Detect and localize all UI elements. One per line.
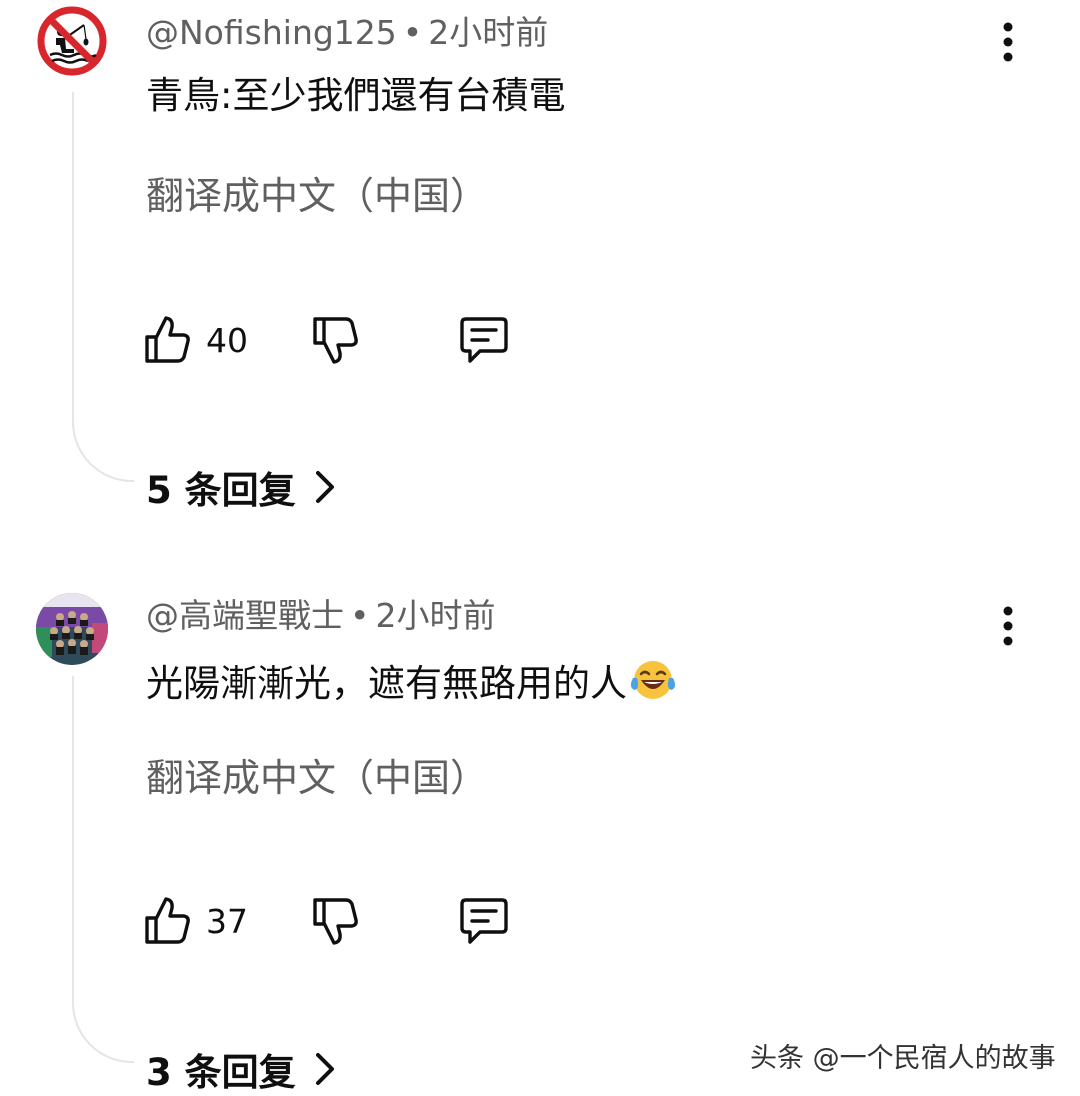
comment-text: 青鳥:至少我們還有台積電: [146, 74, 566, 117]
timestamp: 2小时前: [428, 13, 549, 52]
comment-actions: 37: [144, 895, 544, 947]
face-with-tears-of-joy-icon: [630, 661, 676, 699]
view-replies-button[interactable]: 5 条回复: [146, 460, 336, 514]
separator-dot: •: [350, 596, 370, 635]
comment-text: 光陽漸漸光，遮有無路用的人: [146, 658, 677, 708]
group-poster-avatar: [36, 593, 108, 665]
comment-bubble-icon: [460, 898, 508, 944]
separator-dot: •: [402, 13, 423, 52]
comment-text-body: 光陽漸漸光，遮有無路用的人: [146, 662, 627, 705]
thread-line: [72, 676, 134, 1063]
chevron-right-icon: [315, 1053, 334, 1085]
comment-meta: @高端聖戰士 • 2小时前: [146, 596, 495, 636]
avatar[interactable]: [36, 5, 108, 77]
translate-link[interactable]: 翻译成中文（中国）: [146, 754, 488, 802]
chevron-right-icon: [315, 471, 334, 503]
comment-actions: 40: [144, 314, 544, 366]
author-handle[interactable]: @Nofishing125: [146, 13, 397, 52]
more-options-button[interactable]: [990, 604, 1026, 648]
more-options-button[interactable]: [990, 20, 1026, 64]
timestamp: 2小时前: [375, 596, 496, 635]
comment-bubble-icon: [460, 317, 508, 363]
view-replies-button[interactable]: 3 条回复: [146, 1042, 336, 1096]
comment-meta: @Nofishing125 • 2小时前: [146, 13, 548, 53]
like-button[interactable]: 37: [144, 895, 248, 947]
watermark: 头条 @一个民宿人的故事: [750, 1043, 1056, 1074]
thumbs-down-icon: [313, 317, 358, 364]
more-vert-icon: [1003, 22, 1013, 62]
reply-button[interactable]: [458, 314, 510, 366]
more-vert-icon: [1003, 606, 1013, 646]
like-button[interactable]: 40: [144, 314, 248, 366]
translate-link[interactable]: 翻译成中文（中国）: [146, 172, 488, 220]
dislike-button[interactable]: [312, 314, 360, 366]
no-fishing-sign-icon: [36, 5, 108, 77]
thread-line: [72, 92, 134, 482]
thumbs-down-icon: [313, 898, 358, 945]
avatar[interactable]: [36, 593, 108, 665]
reply-button[interactable]: [458, 895, 510, 947]
thumbs-up-icon: [145, 897, 190, 944]
like-count: 40: [206, 320, 248, 360]
replies-label: 3 条回复: [146, 1051, 296, 1094]
dislike-button[interactable]: [312, 895, 360, 947]
author-handle[interactable]: @高端聖戰士: [146, 596, 344, 635]
replies-label: 5 条回复: [146, 469, 296, 512]
thumbs-up-icon: [145, 316, 190, 363]
like-count: 37: [206, 901, 248, 941]
